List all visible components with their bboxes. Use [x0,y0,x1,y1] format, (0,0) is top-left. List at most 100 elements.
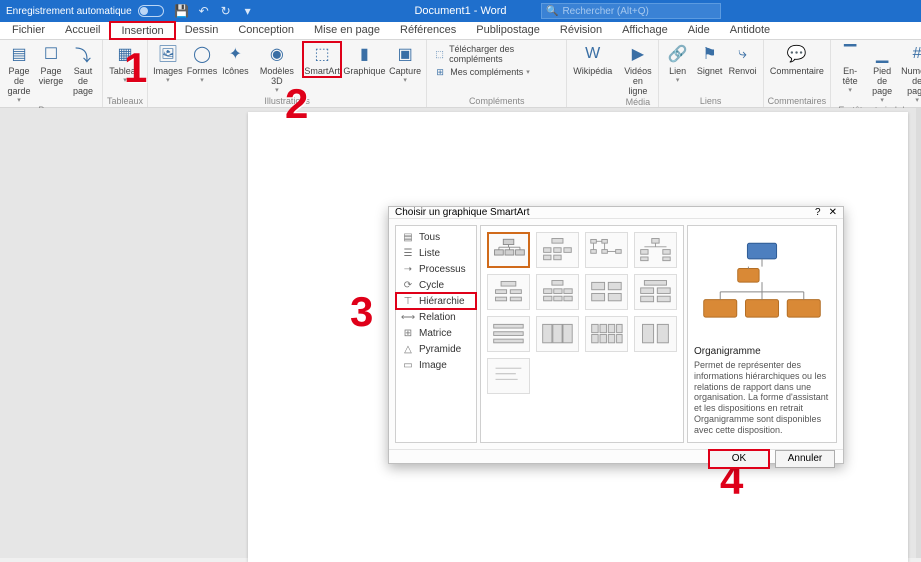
search-box[interactable]: 🔍 Rechercher (Alt+Q) [541,3,721,19]
vertical-scrollbar[interactable] [916,108,921,558]
cancel-button[interactable]: Annuler [775,450,835,468]
layout-grid [480,225,684,443]
btn-crossref[interactable]: ⤷Renvoi [727,42,759,77]
group-header-footer: ▔En-tête ▁Pied de page #Numéro de page E… [831,40,921,107]
layout-thumb[interactable] [536,274,579,310]
redo-icon[interactable]: ↻ [218,3,234,19]
tab-miseenpage[interactable]: Mise en page [304,22,390,39]
btn-shapes[interactable]: ◯Formes [186,42,219,85]
dialog-title: Choisir un graphique SmartArt [395,207,530,218]
btn-my-addins[interactable]: ⊞Mes compléments [433,65,530,79]
layout-thumb[interactable] [487,358,530,394]
btn-pagenum[interactable]: #Numéro de page [899,42,921,105]
cover-page-icon: ▤ [8,43,30,65]
btn-online-video[interactable]: ▶Vidéos en ligne [622,42,653,97]
tab-conception[interactable]: Conception [228,22,304,39]
cat-image[interactable]: ▭Image [396,357,476,373]
tab-references[interactable]: Références [390,22,466,39]
cat-relation[interactable]: ⟷Relation [396,309,476,325]
ok-button[interactable]: OK [709,450,769,468]
preview-pane: Organigramme Permet de représenter des i… [687,225,837,443]
cat-matrix[interactable]: ⊞Matrice [396,325,476,341]
preview-description: Permet de représenter des informations h… [694,360,830,436]
layout-thumb[interactable] [585,274,628,310]
tab-insertion[interactable]: Insertion [110,22,174,39]
tab-affichage[interactable]: Affichage [612,22,678,39]
group-label-media: Média [626,97,651,108]
layout-thumb[interactable] [487,316,530,352]
tab-antidote[interactable]: Antidote [720,22,780,39]
pyramid-icon: △ [402,343,414,355]
undo-icon[interactable]: ↶ [196,3,212,19]
layout-thumb[interactable] [487,232,530,268]
btn-get-addins[interactable]: ⬚Télécharger des compléments [433,44,560,64]
dialog-help-icon[interactable]: ? [815,207,821,218]
btn-smartart[interactable]: ⬚SmartArt [303,42,340,77]
layout-thumb[interactable] [585,316,628,352]
tab-accueil[interactable]: Accueil [55,22,110,39]
layout-thumb[interactable] [487,274,530,310]
btn-link[interactable]: 🔗Lien [663,42,693,85]
layout-thumb[interactable] [536,232,579,268]
category-list: ▤Tous ☰Liste ➝Processus ⟳Cycle ⊤Hiérarch… [395,225,477,443]
cat-all[interactable]: ▤Tous [396,229,476,245]
btn-images[interactable]: 🖼Images [152,42,184,85]
btn-3d-models[interactable]: ◉Modèles 3D [252,42,301,95]
dialog-footer: OK Annuler [389,449,843,468]
autosave-toggle[interactable] [138,5,164,17]
group-tables: ▦Tableau Tableaux [103,40,148,107]
relation-icon: ⟷ [402,311,414,323]
btn-screenshot[interactable]: ▣Capture [388,42,422,85]
btn-page-break[interactable]: ⤵Saut de page [68,42,98,97]
tab-fichier[interactable]: Fichier [2,22,55,39]
group-label-links: Liens [700,96,722,107]
ribbon: ▤Page de garde ☐Page vierge ⤵Saut de pag… [0,40,921,108]
btn-footer[interactable]: ▁Pied de page [867,42,897,105]
tab-publipostage[interactable]: Publipostage [466,22,550,39]
tab-aide[interactable]: Aide [678,22,720,39]
btn-chart[interactable]: ▮Graphique [343,42,386,77]
save-icon[interactable]: 💾 [174,3,190,19]
screenshot-icon: ▣ [394,43,416,65]
cat-process[interactable]: ➝Processus [396,261,476,277]
group-links: 🔗Lien ⚑Signet ⤷Renvoi Liens [659,40,764,107]
hierarchy-icon: ⊤ [402,295,414,307]
btn-wikipedia[interactable]: WWikipédia [571,42,614,77]
layout-thumb[interactable] [634,316,677,352]
group-wikipedia: WWikipédia [567,40,618,107]
process-icon: ➝ [402,263,414,275]
list-icon: ☰ [402,247,414,259]
layout-thumb[interactable] [536,316,579,352]
tab-revision[interactable]: Révision [550,22,612,39]
cat-pyramid[interactable]: △Pyramide [396,341,476,357]
title-bar: Enregistrement automatique 💾 ↶ ↻ ▾ Docum… [0,0,921,22]
cat-hierarchy[interactable]: ⊤Hiérarchie [396,293,476,309]
qat-more-icon[interactable]: ▾ [240,3,256,19]
cat-cycle[interactable]: ⟳Cycle [396,277,476,293]
dialog-titlebar: Choisir un graphique SmartArt ? ✕ [389,207,843,219]
btn-icons[interactable]: ✦Icônes [220,42,250,77]
layout-thumb[interactable] [634,232,677,268]
page-break-icon: ⤵ [72,43,94,65]
layout-thumb[interactable] [585,232,628,268]
btn-bookmark[interactable]: ⚑Signet [695,42,725,77]
search-icon: 🔍 [546,6,558,17]
btn-header[interactable]: ▔En-tête [835,42,865,95]
btn-comment[interactable]: 💬Commentaire [768,42,826,77]
group-label-comments: Commentaires [768,96,827,107]
header-icon: ▔ [839,43,861,65]
btn-cover-page[interactable]: ▤Page de garde [4,42,34,105]
layout-thumb[interactable] [634,274,677,310]
ribbon-tabs: Fichier Accueil Insertion Dessin Concept… [0,22,921,40]
matrix-icon: ⊞ [402,327,414,339]
cat-list[interactable]: ☰Liste [396,245,476,261]
group-pages: ▤Page de garde ☐Page vierge ⤵Saut de pag… [0,40,103,107]
tab-dessin[interactable]: Dessin [175,22,229,39]
btn-blank-page[interactable]: ☐Page vierge [36,42,66,87]
dialog-close-icon[interactable]: ✕ [829,207,837,218]
group-label-illustrations: Illustrations [264,96,310,107]
btn-table[interactable]: ▦Tableau [107,42,143,85]
group-label-addins: Compléments [469,96,525,107]
group-comments: 💬Commentaire Commentaires [764,40,832,107]
blank-page-icon: ☐ [40,43,62,65]
